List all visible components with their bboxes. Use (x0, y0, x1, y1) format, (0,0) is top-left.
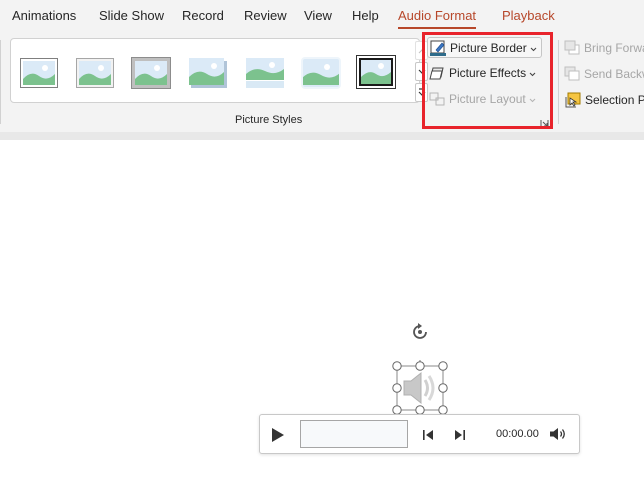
audio-icon-selection[interactable] (390, 360, 450, 418)
tab-animations[interactable]: Animations (12, 8, 76, 23)
picture-style-shadow-icon[interactable] (188, 57, 228, 89)
tab-slide-show[interactable]: Slide Show (99, 8, 164, 23)
skip-back-icon (423, 430, 433, 440)
send-backward-button[interactable]: Send Backw (564, 63, 644, 85)
picture-style-beveled-icon[interactable] (75, 57, 115, 89)
progress-track[interactable] (300, 420, 408, 448)
volume-icon (550, 428, 565, 440)
group-separator (558, 40, 559, 124)
ribbon-shadow (0, 132, 644, 140)
bring-forward-button[interactable]: Bring Forwa (564, 37, 644, 59)
picture-styles-gallery (10, 38, 428, 103)
send-backward-label: Send Backw (584, 67, 644, 81)
volume-button[interactable] (549, 427, 567, 446)
picture-style-reflected-icon[interactable] (245, 57, 285, 89)
picture-styles-group-label: Picture Styles (235, 114, 303, 126)
picture-style-simple-frame-icon[interactable] (19, 57, 59, 89)
skip-forward-icon (455, 430, 465, 440)
audio-player-bar: 00:00.00 (259, 414, 580, 454)
tab-record[interactable]: Record (182, 8, 224, 23)
skip-forward-button[interactable] (454, 428, 466, 446)
tab-review[interactable]: Review (244, 8, 287, 23)
picture-style-soft-edge-icon[interactable] (301, 57, 341, 89)
bring-forward-label: Bring Forwa (584, 41, 644, 55)
tab-audio-format[interactable]: Audio Format (398, 8, 477, 29)
tab-view[interactable]: View (304, 8, 332, 23)
bring-forward-icon (564, 40, 580, 56)
play-icon (272, 428, 284, 442)
picture-style-black-frame-icon[interactable] (356, 55, 396, 89)
ribbon-tab-bar: Animations Slide Show Record Review View… (0, 0, 644, 34)
selection-pane-button[interactable]: Selection P (565, 89, 644, 111)
group-separator (0, 40, 1, 124)
selection-pane-icon (565, 92, 581, 108)
rotate-handle-icon[interactable] (409, 321, 431, 343)
highlight-box (422, 32, 553, 129)
skip-back-button[interactable] (422, 428, 434, 446)
picture-style-thick-frame-icon[interactable] (131, 57, 171, 89)
time-display: 00:00.00 (496, 428, 539, 440)
tab-help[interactable]: Help (352, 8, 379, 23)
selection-pane-label: Selection P (585, 93, 644, 107)
tab-playback[interactable]: Playback (502, 8, 555, 23)
send-backward-icon (564, 66, 580, 82)
play-button[interactable] (271, 427, 285, 448)
